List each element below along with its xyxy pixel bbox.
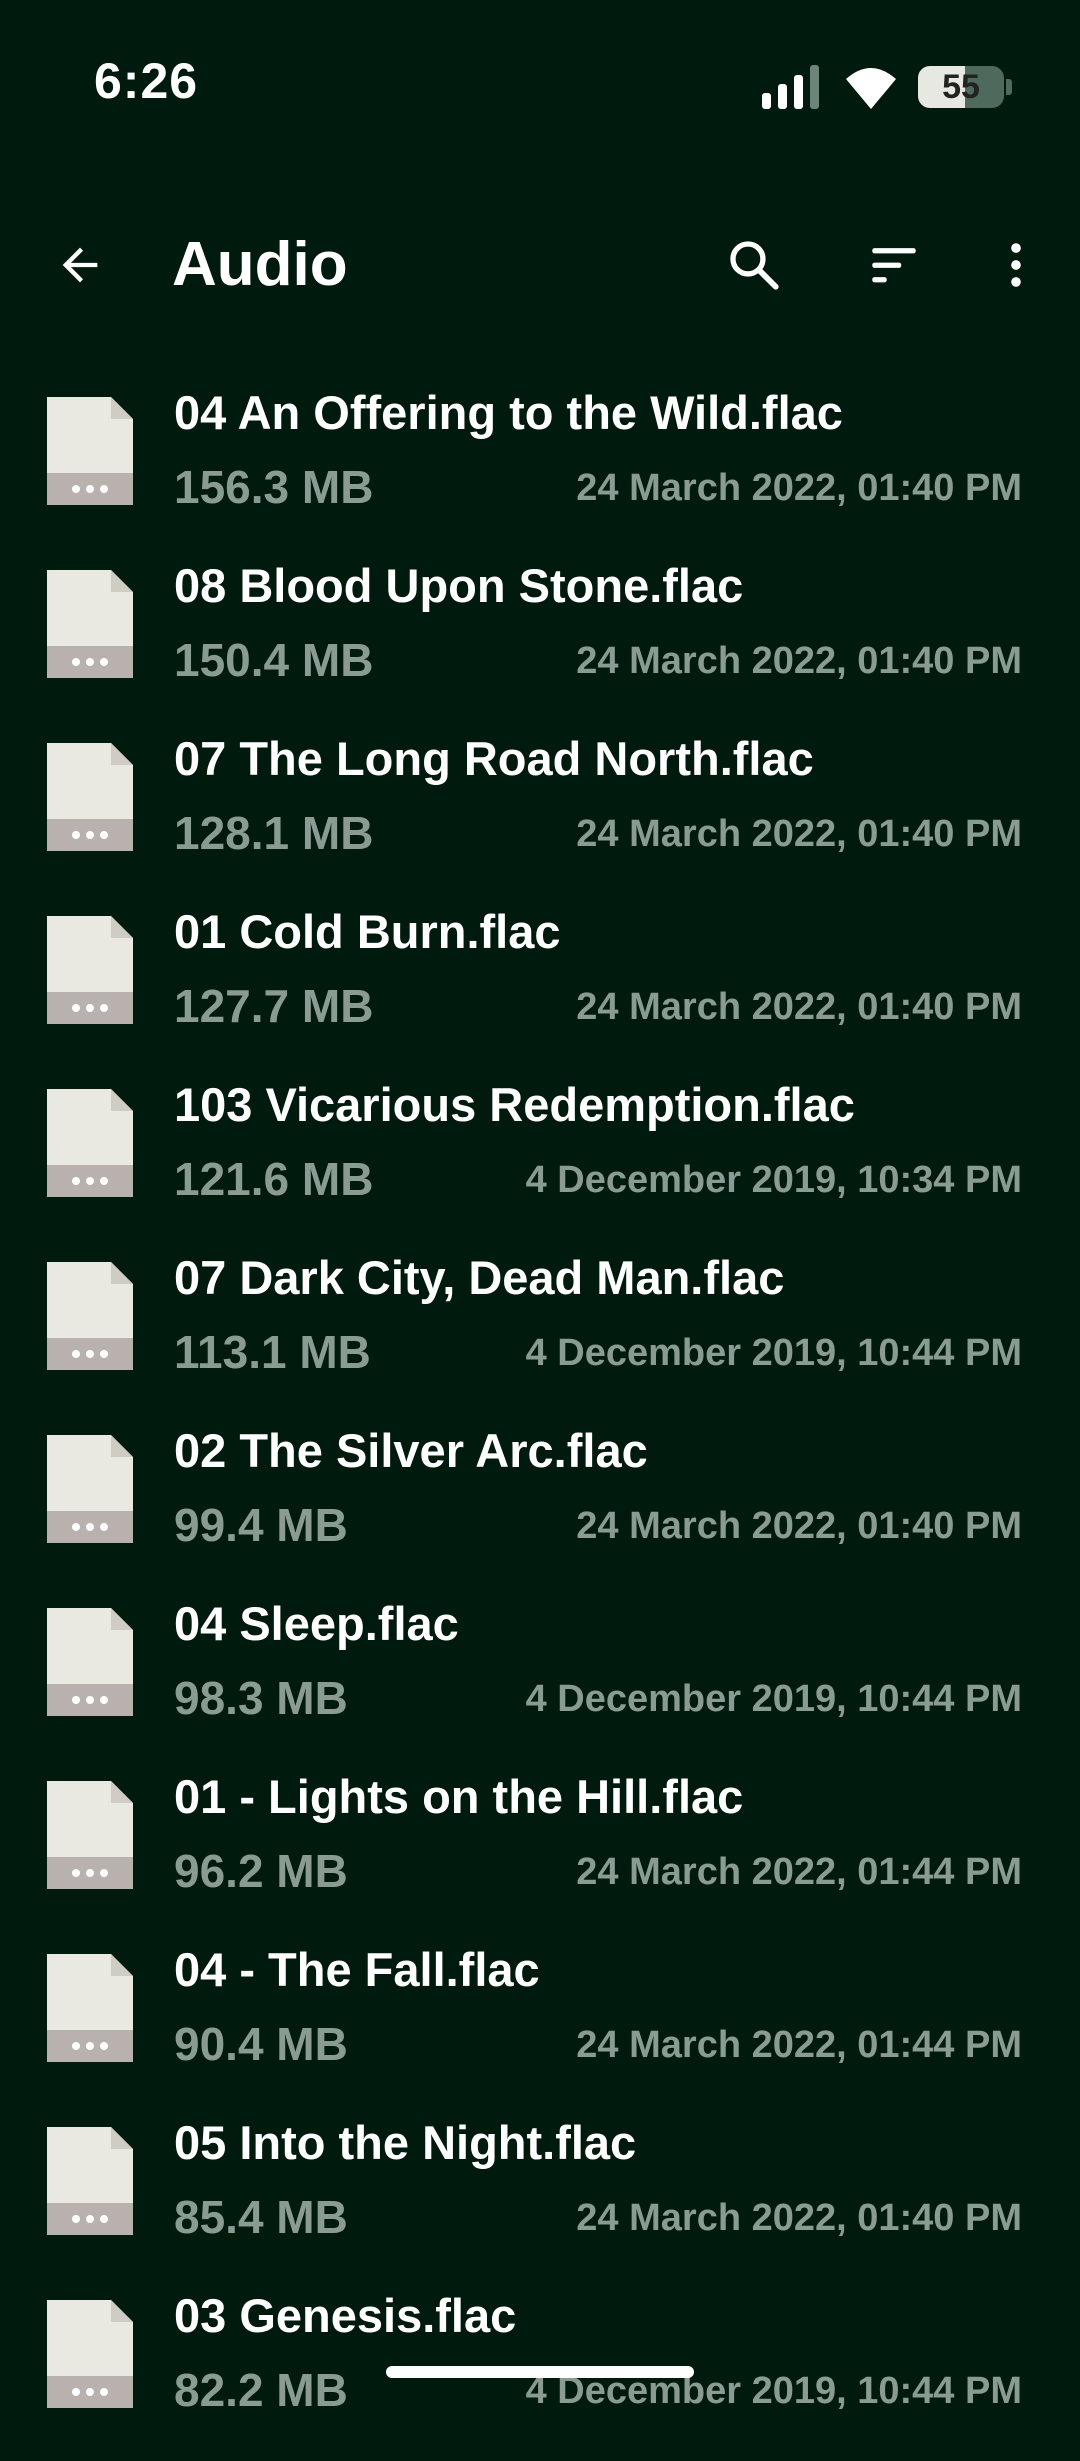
file-icon xyxy=(47,743,133,851)
file-name: 02 The Silver Arc.flac xyxy=(174,1424,648,1477)
file-list: 04 An Offering to the Wild.flac 156.3 MB… xyxy=(0,385,1080,2461)
battery-nub xyxy=(1006,79,1012,95)
file-date: 24 March 2022, 01:40 PM xyxy=(576,640,1022,682)
file-icon xyxy=(47,1435,133,1543)
signal-icon xyxy=(762,65,819,109)
file-date: 24 March 2022, 01:44 PM xyxy=(576,2024,1022,2066)
file-name: 103 Vicarious Redemption.flac xyxy=(174,1078,855,1131)
wifi-icon xyxy=(846,68,896,109)
file-size: 113.1 MB xyxy=(174,1326,371,1378)
file-date: 24 March 2022, 01:40 PM xyxy=(576,1505,1022,1547)
file-date: 4 December 2019, 10:44 PM xyxy=(525,1678,1022,1720)
file-name: 08 Blood Upon Stone.flac xyxy=(174,559,744,612)
sort-button[interactable] xyxy=(860,231,928,299)
file-row[interactable]: 04 An Offering to the Wild.flac 156.3 MB… xyxy=(0,385,1080,558)
file-name: 01 Cold Burn.flac xyxy=(174,905,561,958)
file-icon xyxy=(47,1262,133,1370)
file-row[interactable]: 02 The Silver Arc.flac 99.4 MB 24 March … xyxy=(0,1423,1080,1596)
file-date: 24 March 2022, 01:44 PM xyxy=(576,1851,1022,1893)
file-icon xyxy=(47,397,133,505)
file-row[interactable]: 05 Into the Night.flac 85.4 MB 24 March … xyxy=(0,2115,1080,2288)
file-icon xyxy=(47,570,133,678)
file-row[interactable]: 04 - The Fall.flac 90.4 MB 24 March 2022… xyxy=(0,1942,1080,2115)
battery-level: 55 xyxy=(942,67,980,106)
file-size: 127.7 MB xyxy=(174,980,374,1032)
gesture-navigation-bar[interactable] xyxy=(386,2366,694,2378)
file-icon xyxy=(47,1089,133,1197)
back-button[interactable] xyxy=(46,231,114,299)
file-icon xyxy=(47,2300,133,2408)
file-date: 4 December 2019, 10:44 PM xyxy=(525,1332,1022,1374)
more-options-button[interactable] xyxy=(982,231,1050,299)
status-time: 6:26 xyxy=(94,53,199,109)
file-icon xyxy=(47,916,133,1024)
file-size: 96.2 MB xyxy=(174,1845,348,1897)
page-title: Audio xyxy=(172,230,348,299)
file-icon xyxy=(47,1954,133,2062)
search-icon xyxy=(730,241,779,290)
file-date: 24 March 2022, 01:40 PM xyxy=(576,986,1022,1028)
file-size: 85.4 MB xyxy=(174,2191,348,2243)
file-name: 01 - Lights on the Hill.flac xyxy=(174,1770,744,1823)
file-name: 04 An Offering to the Wild.flac xyxy=(174,386,843,439)
status-icons: 55 xyxy=(762,62,1012,112)
more-vert-icon xyxy=(1011,243,1021,287)
file-row[interactable]: 01 Cold Burn.flac 127.7 MB 24 March 2022… xyxy=(0,904,1080,1077)
file-size: 150.4 MB xyxy=(174,634,374,686)
file-size: 121.6 MB xyxy=(174,1153,374,1205)
file-row[interactable]: 103 Vicarious Redemption.flac 121.6 MB 4… xyxy=(0,1077,1080,1250)
battery-icon: 55 xyxy=(918,66,1004,108)
file-name: 05 Into the Night.flac xyxy=(174,2116,637,2169)
file-icon xyxy=(47,1781,133,1889)
file-name: 04 - The Fall.flac xyxy=(174,1943,540,1996)
file-row[interactable]: 04 Sleep.flac 98.3 MB 4 December 2019, 1… xyxy=(0,1596,1080,1769)
file-size: 156.3 MB xyxy=(174,461,374,513)
file-name: 03 Genesis.flac xyxy=(174,2289,517,2342)
file-icon xyxy=(47,2127,133,2235)
file-icon xyxy=(47,1608,133,1716)
file-name: 04 Sleep.flac xyxy=(174,1597,459,1650)
file-size: 98.3 MB xyxy=(174,1672,348,1724)
file-row[interactable]: 08 Blood Upon Stone.flac 150.4 MB 24 Mar… xyxy=(0,558,1080,731)
file-row[interactable]: 07 The Long Road North.flac 128.1 MB 24 … xyxy=(0,731,1080,904)
file-date: 24 March 2022, 01:40 PM xyxy=(576,813,1022,855)
arrow-back-icon xyxy=(62,247,98,283)
file-date: 4 December 2019, 10:34 PM xyxy=(525,1159,1022,1201)
file-size: 99.4 MB xyxy=(174,1499,348,1551)
file-date: 24 March 2022, 01:40 PM xyxy=(576,467,1022,509)
search-button[interactable] xyxy=(720,231,788,299)
file-row[interactable]: 07 Dark City, Dead Man.flac 113.1 MB 4 D… xyxy=(0,1250,1080,1423)
sort-icon xyxy=(872,248,916,283)
file-name: 07 The Long Road North.flac xyxy=(174,732,814,785)
file-size: 128.1 MB xyxy=(174,807,374,859)
file-name: 07 Dark City, Dead Man.flac xyxy=(174,1251,785,1304)
file-date: 24 March 2022, 01:40 PM xyxy=(576,2197,1022,2239)
file-size: 82.2 MB xyxy=(174,2364,348,2416)
file-size: 90.4 MB xyxy=(174,2018,348,2070)
file-row[interactable]: 01 - Lights on the Hill.flac 96.2 MB 24 … xyxy=(0,1769,1080,1942)
status-bar: 6:26 55 xyxy=(0,0,1080,170)
app-bar: Audio xyxy=(0,205,1080,325)
